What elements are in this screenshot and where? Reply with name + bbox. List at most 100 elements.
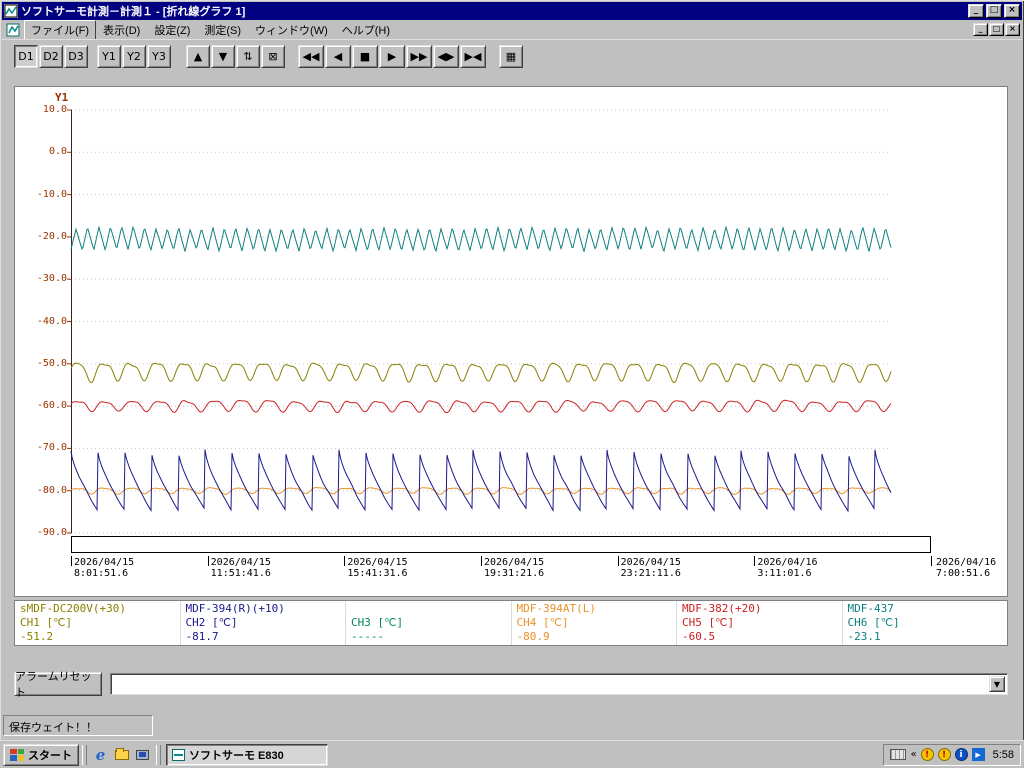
scroll-up-button[interactable]: ▲ <box>186 44 210 68</box>
y-axis-title: Y1 <box>55 91 69 104</box>
keyboard-indicator-icon[interactable] <box>890 749 907 760</box>
scroll-down-button[interactable]: ▼ <box>211 44 235 68</box>
menu-window[interactable]: ウィンドウ(W) <box>248 20 335 40</box>
y-axis-tick-label: -90.0 <box>36 527 67 538</box>
info-tray-icon[interactable]: i <box>954 748 968 761</box>
time-range-selector[interactable] <box>71 536 931 553</box>
y-axis-tick-label: -70.0 <box>36 442 67 454</box>
play-tray-icon[interactable]: ▶ <box>971 748 985 761</box>
mdi-close-button[interactable]: × <box>1005 23 1020 36</box>
y-axis-tick-label: 0.0 <box>48 146 67 158</box>
menu-settings[interactable]: 設定(Z) <box>147 20 197 40</box>
app-icon <box>4 4 18 18</box>
status-message: 保存ウェイト！！ <box>3 715 153 736</box>
y-axis-2-button[interactable]: Y2 <box>122 44 146 68</box>
quick-launch-ie-icon[interactable]: e <box>90 744 111 765</box>
y-axis-tick-label: -80.0 <box>36 484 67 496</box>
y-axis-tick-label: -30.0 <box>36 273 67 285</box>
alarm-reset-button[interactable]: アラームリセット <box>14 671 102 699</box>
step-back-button[interactable]: ◀ <box>325 44 351 68</box>
y-axis-tick-label: -10.0 <box>36 188 67 200</box>
x-axis-tick-label: 2026/04/15 15:41:31.6 <box>347 557 408 579</box>
jump-end-button[interactable]: ▶▶ <box>406 44 432 68</box>
maximize-button[interactable]: □ <box>986 4 1002 18</box>
y-axis-3-button[interactable]: Y3 <box>147 44 171 68</box>
stop-button[interactable]: ■ <box>352 44 378 68</box>
mdi-minimize-button[interactable]: _ <box>973 23 988 36</box>
line-graph-plot <box>67 109 892 534</box>
status-bar: 保存ウェイト！！ <box>2 712 1022 738</box>
toolbar: D1 D2 D3 Y1 Y2 Y3 ▲ ▼ ⇅ ⊠ ◀◀ ◀ ■ ▶ ▶▶ ◀▶… <box>2 39 1022 72</box>
x-axis-tick-label: 2026/04/15 23:21:11.6 <box>620 557 681 579</box>
alarm-message-combobox[interactable]: ▼ <box>110 673 1008 695</box>
legend-channel-label: CH6 [℃] <box>847 616 900 629</box>
app-task-icon <box>172 748 185 761</box>
zoom-range-button[interactable]: ⊠ <box>261 44 285 68</box>
close-button[interactable]: × <box>1004 4 1020 18</box>
dropdown-arrow-icon[interactable]: ▼ <box>989 676 1005 692</box>
taskbar-app-label: ソフトサーモ E830 <box>189 749 284 762</box>
legend-channel-label: CH4 [℃] <box>516 616 569 629</box>
legend-panel: sMDF-DC200V(+30) CH1 [℃] -51.2 MDF-394(R… <box>14 600 1008 646</box>
x-axis-tick-label: 2026/04/16 7:00:51.6 <box>936 557 997 579</box>
mdi-child-icon[interactable] <box>6 23 20 37</box>
expand-time-button[interactable]: ◀▶ <box>433 44 459 68</box>
data-grid-button[interactable]: ▦ <box>499 44 523 68</box>
step-forward-button[interactable]: ▶ <box>379 44 405 68</box>
y-axis-tick-label: -60.0 <box>36 400 67 412</box>
fit-vertical-button[interactable]: ⇅ <box>236 44 260 68</box>
legend-sensor-name <box>351 602 506 616</box>
start-button[interactable]: スタート <box>3 743 79 766</box>
tray-collapse-chevron-icon[interactable]: « <box>910 749 916 760</box>
legend-channel-value: -80.9 <box>516 630 550 643</box>
alert-tray-icon-2[interactable]: ! <box>937 748 951 761</box>
x-axis-tick-label: 2026/04/15 19:31:21.6 <box>484 557 545 579</box>
display-3-button[interactable]: D3 <box>64 44 88 68</box>
client-area: Y1 10.0 0.0 -10.0 -20.0 -30.0 -40.0 -50.0 -60.0… <box>2 72 1022 712</box>
alarm-row: アラームリセット ▼ <box>14 671 1008 699</box>
line-graph-panel: Y1 10.0 0.0 -10.0 -20.0 -30.0 -40.0 -50.0 -60.0… <box>14 86 1008 597</box>
taskbar-grip[interactable] <box>82 744 87 765</box>
x-tick-mark <box>931 556 932 566</box>
y-axis-tick-label: -40.0 <box>36 315 67 327</box>
legend-entry-ch1: sMDF-DC200V(+30) CH1 [℃] -51.2 <box>15 601 181 645</box>
menu-file[interactable]: ファイル(F) <box>24 19 97 40</box>
taskbar-app-button[interactable]: ソフトサーモ E830 <box>166 743 328 766</box>
quick-launch-folder-icon[interactable] <box>111 744 132 765</box>
compress-time-button[interactable]: ▶◀ <box>460 44 486 68</box>
display-1-button[interactable]: D1 <box>14 44 38 68</box>
series-ch1 <box>70 362 892 384</box>
legend-channel-value: -81.7 <box>185 630 219 643</box>
x-axis-tick-label: 2026/04/16 3:11:01.6 <box>757 557 818 579</box>
legend-sensor-name: MDF-394(R)(+10) <box>185 602 285 615</box>
menu-measure[interactable]: 測定(S) <box>197 20 248 40</box>
system-tray: « ! ! i ▶ 5:58 <box>883 743 1021 766</box>
legend-channel-value: ----- <box>351 630 385 643</box>
application-window: ソフトサーモ計測－計測１ - [折れ線グラフ 1] _ □ × ファイル(F) … <box>0 0 1024 768</box>
legend-channel-label: CH5 [℃] <box>682 616 735 629</box>
taskbar: スタート e ソフトサーモ E830 « ! ! i ▶ 5:58 <box>0 740 1024 768</box>
legend-channel-value: -23.1 <box>847 630 881 643</box>
legend-channel-label: CH3 [℃] <box>351 616 404 629</box>
menu-view[interactable]: 表示(D) <box>96 20 147 40</box>
quick-launch-desktop-icon[interactable] <box>132 744 153 765</box>
taskbar-grip[interactable] <box>156 744 161 765</box>
legend-channel-label: CH2 [℃] <box>185 616 238 629</box>
legend-entry-ch5: MDF-382(+20) CH5 [℃] -60.5 <box>677 601 843 645</box>
menu-help[interactable]: ヘルプ(H) <box>335 20 397 40</box>
legend-entry-ch6: MDF-437 CH6 [℃] -23.1 <box>843 601 1008 645</box>
legend-channel-value: -60.5 <box>682 630 716 643</box>
series-ch6 <box>70 225 892 253</box>
minimize-button[interactable]: _ <box>968 4 984 18</box>
legend-sensor-name: MDF-437 <box>847 602 894 615</box>
series-ch2 <box>70 449 892 513</box>
alert-tray-icon-1[interactable]: ! <box>920 748 934 761</box>
y-axis-tick-label: -50.0 <box>36 357 67 369</box>
legend-entry-ch3: CH3 [℃] ----- <box>346 601 512 645</box>
mdi-restore-button[interactable]: □ <box>989 23 1004 36</box>
jump-start-button[interactable]: ◀◀ <box>298 44 324 68</box>
menu-bar: ファイル(F) 表示(D) 設定(Z) 測定(S) ウィンドウ(W) ヘルプ(H… <box>2 19 1022 40</box>
display-2-button[interactable]: D2 <box>39 44 63 68</box>
y-axis-1-button[interactable]: Y1 <box>97 44 121 68</box>
legend-sensor-name: MDF-382(+20) <box>682 602 762 615</box>
